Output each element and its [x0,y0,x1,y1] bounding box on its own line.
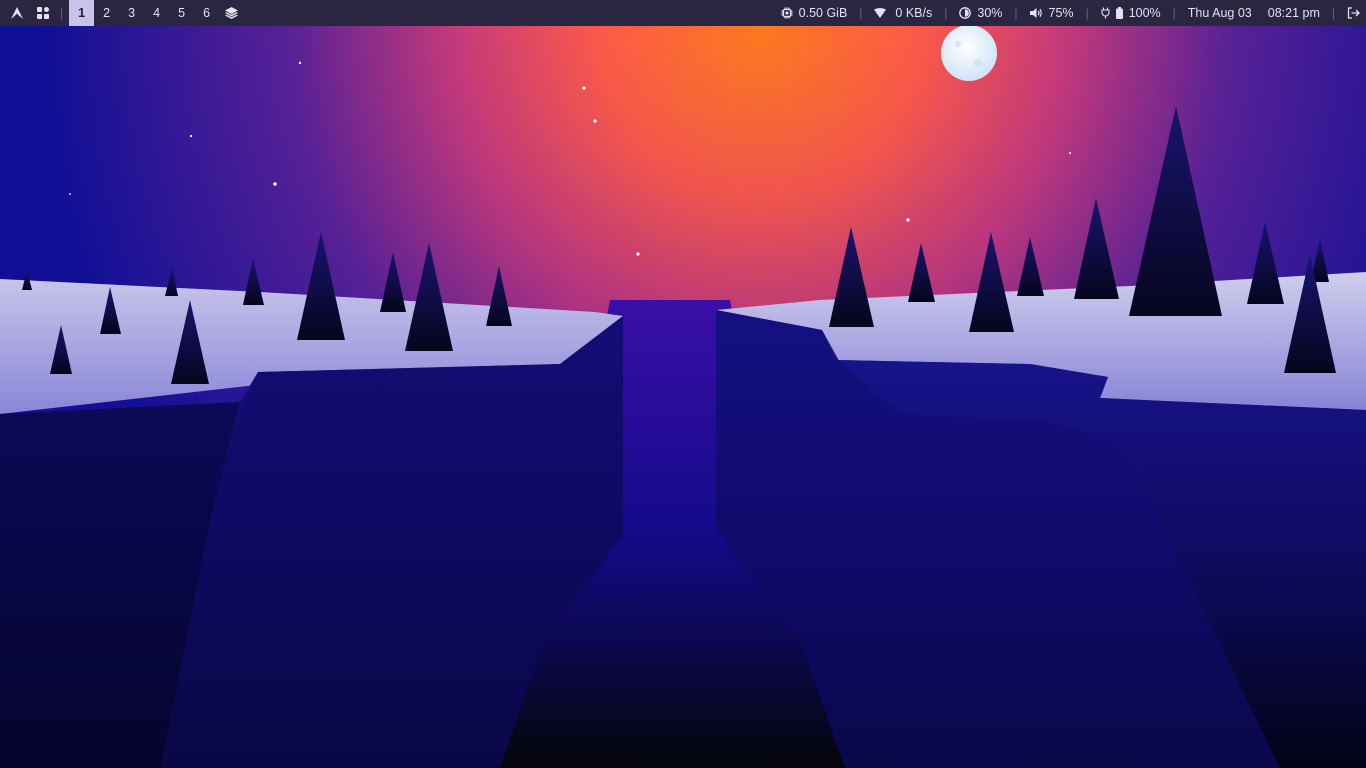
brightness-icon [959,7,972,19]
workspace-2[interactable]: 2 [94,0,119,26]
separator: | [60,6,64,20]
workspace-3[interactable]: 3 [119,0,144,26]
volume-module[interactable]: 75% [1029,6,1074,20]
workspace-1[interactable]: 1 [69,0,95,26]
brightness-module[interactable]: 30% [959,6,1002,20]
speaker-icon [1029,8,1042,18]
separator: | [1172,6,1176,20]
top-panel: | 1 2 3 4 5 6 0.50 GiB | 0 KB/s | 30% | … [0,0,1366,26]
logout-button[interactable] [1347,7,1360,19]
layers-icon[interactable] [219,0,244,26]
workspace-label: 3 [128,6,136,20]
memory-module[interactable]: 0.50 GiB [781,6,848,20]
network-module[interactable]: 0 KB/s [874,6,932,20]
separator: | [1085,6,1089,20]
workspace-label: 2 [103,6,111,20]
plug-icon [1101,7,1110,19]
separator: | [1331,6,1335,20]
battery-value: 100% [1128,6,1161,20]
battery-module[interactable]: 100% [1101,6,1161,20]
battery-icon [1115,7,1123,19]
desktop-wallpaper [0,0,1366,768]
clock-module[interactable]: Thu Aug 03 08:21 pm [1188,6,1320,20]
network-value: 0 KB/s [895,6,933,20]
chip-icon [781,7,793,19]
workspace-label: 6 [203,6,211,20]
app-grid-icon[interactable] [32,0,54,26]
workspace-5[interactable]: 5 [169,0,194,26]
arch-logo-icon[interactable] [6,0,28,26]
workspace-label: 1 [78,6,86,20]
time-text: 08:21 pm [1267,6,1320,20]
workspace-label: 5 [178,6,186,20]
volume-value: 75% [1048,6,1074,20]
separator: | [1014,6,1018,20]
date-text: Thu Aug 03 [1187,6,1252,20]
separator: | [944,6,948,20]
wifi-icon [874,8,887,18]
separator: | [859,6,863,20]
brightness-value: 30% [977,6,1003,20]
panel-left: | 1 2 3 4 5 6 [0,0,244,26]
workspace-6[interactable]: 6 [194,0,219,26]
logout-icon [1347,7,1360,19]
workspace-label: 4 [153,6,161,20]
workspace-4[interactable]: 4 [144,0,169,26]
panel-right: 0.50 GiB | 0 KB/s | 30% | 75% | 100% | T… [781,0,1366,26]
memory-value: 0.50 GiB [798,6,848,20]
